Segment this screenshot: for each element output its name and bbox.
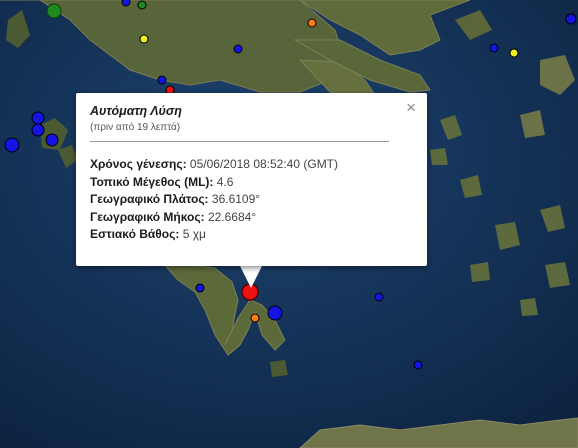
- quake-marker[interactable]: [195, 283, 205, 293]
- detail-row-depth: Εστιακό Βάθος: 5 χμ: [90, 226, 338, 244]
- quake-marker[interactable]: [509, 48, 519, 58]
- kythira-island: [270, 360, 288, 377]
- detail-value: 4.6: [216, 174, 234, 189]
- info-popup: × Αυτόματη Λύση (πριν από 19 λεπτά) Χρόν…: [76, 93, 427, 266]
- quake-marker[interactable]: [250, 313, 260, 323]
- close-icon[interactable]: ×: [406, 99, 416, 116]
- quake-marker[interactable]: [374, 292, 384, 302]
- quake-marker[interactable]: [31, 123, 45, 137]
- detail-label: Τοπικό Μέγεθος (ML):: [90, 174, 214, 189]
- quake-marker[interactable]: [121, 0, 131, 7]
- quake-marker[interactable]: [413, 360, 423, 370]
- popup-subtitle: (πριν από 19 λεπτά): [90, 122, 181, 133]
- detail-value: 5 χμ: [182, 227, 206, 241]
- popup-title: Αυτόματη Λύση: [90, 104, 182, 118]
- detail-label: Χρόνος γένεσης:: [90, 157, 187, 171]
- quake-marker[interactable]: [31, 111, 45, 125]
- quake-marker[interactable]: [233, 44, 243, 54]
- quake-marker[interactable]: [307, 18, 317, 28]
- detail-row-magnitude: Τοπικό Μέγεθος (ML): 4.6: [90, 174, 338, 192]
- quake-marker[interactable]: [267, 305, 283, 321]
- quake-marker[interactable]: [139, 34, 149, 44]
- popup-pointer: [240, 266, 262, 288]
- quake-marker[interactable]: [137, 0, 147, 10]
- detail-row-latitude: Γεωγραφικό Πλάτος: 36.6109°: [90, 191, 338, 209]
- quake-marker[interactable]: [45, 133, 59, 147]
- divider: [90, 141, 389, 142]
- quake-marker[interactable]: [46, 3, 62, 19]
- detail-label: Γεωγραφικό Πλάτος:: [90, 192, 209, 206]
- quake-marker[interactable]: [489, 43, 499, 53]
- quake-marker[interactable]: [157, 75, 167, 85]
- detail-row-origin-time: Χρόνος γένεσης: 05/06/2018 08:52:40 (GMT…: [90, 156, 338, 174]
- quake-details: Χρόνος γένεσης: 05/06/2018 08:52:40 (GMT…: [90, 156, 338, 244]
- detail-value: 05/06/2018 08:52:40 (GMT): [189, 157, 339, 171]
- detail-label: Γεωγραφικό Μήκος:: [90, 209, 205, 224]
- detail-value: 22.6684°: [207, 209, 257, 224]
- quake-marker[interactable]: [565, 13, 577, 25]
- detail-value: 36.6109°: [211, 192, 261, 206]
- detail-row-longitude: Γεωγραφικό Μήκος: 22.6684°: [90, 209, 338, 227]
- quake-marker[interactable]: [4, 137, 20, 153]
- detail-label: Εστιακό Βάθος:: [90, 227, 180, 241]
